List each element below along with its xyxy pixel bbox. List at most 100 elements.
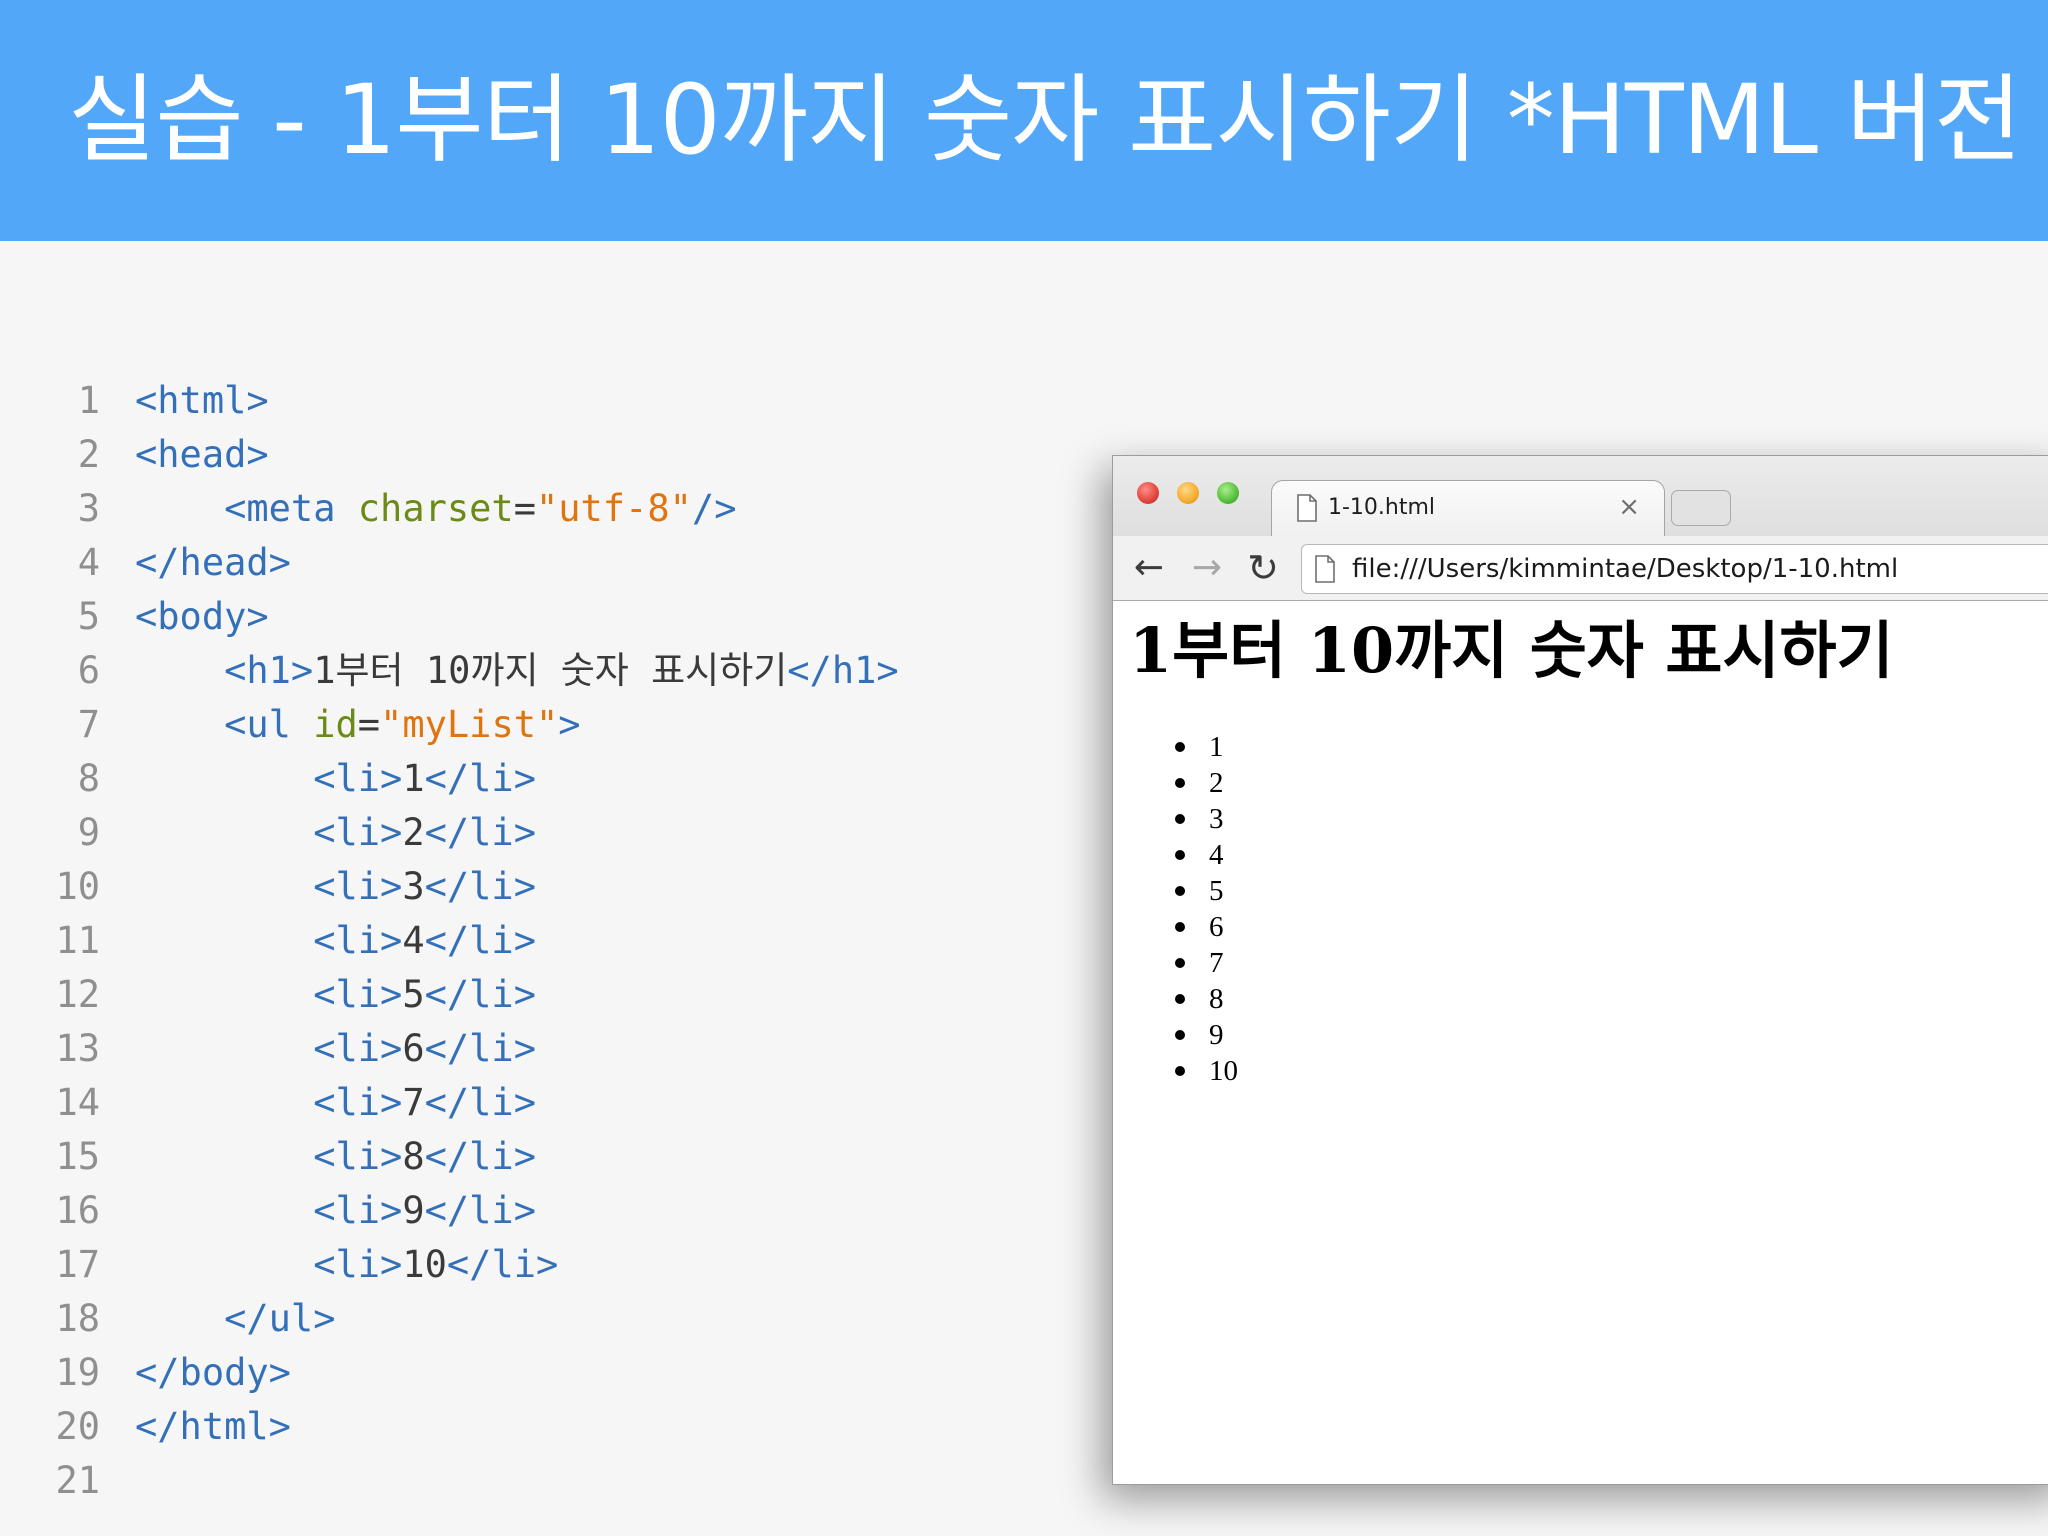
- code-line: 16 <li>9</li>: [0, 1184, 1080, 1238]
- code-token: <ul: [224, 703, 314, 746]
- list-item: 7: [1175, 945, 1238, 981]
- code-token: </body>: [135, 1351, 291, 1394]
- window-close-button[interactable]: [1137, 482, 1159, 504]
- line-number: 12: [55, 973, 100, 1016]
- window-minimize-button[interactable]: [1177, 482, 1199, 504]
- line-number: 8: [77, 757, 100, 800]
- browser-tab[interactable]: 1-10.html ×: [1271, 480, 1665, 537]
- code-text: </html>: [135, 1400, 291, 1454]
- slide-title: 실습 - 1부터 10까지 숫자 표시하기 *HTML 버전: [68, 64, 2022, 176]
- close-icon[interactable]: ×: [1618, 492, 1640, 522]
- code-token: <html>: [135, 379, 269, 422]
- code-text: <li>4</li>: [135, 914, 536, 968]
- code-token: />: [691, 487, 737, 530]
- browser-window: 1-10.html × ← → ↻ file:///Users/kimminta…: [1112, 455, 2048, 1485]
- slide-header: 실습 - 1부터 10까지 숫자 표시하기 *HTML 버전: [0, 0, 2048, 241]
- code-token: 4: [402, 919, 425, 962]
- code-token: </li>: [424, 1135, 536, 1178]
- browser-toolbar: ← → ↻ file:///Users/kimmintae/Desktop/1-…: [1113, 536, 2048, 600]
- forward-arrow-icon[interactable]: →: [1187, 548, 1227, 588]
- list-item-text: 5: [1209, 875, 1224, 907]
- code-text: <html>: [135, 374, 269, 428]
- list-item: 1: [1175, 729, 1238, 765]
- list-item-text: 3: [1209, 803, 1224, 835]
- code-text: </body>: [135, 1346, 291, 1400]
- reload-icon[interactable]: ↻: [1243, 548, 1283, 588]
- code-text: <li>10</li>: [135, 1238, 558, 1292]
- window-maximize-button[interactable]: [1217, 482, 1239, 504]
- list-item: 10: [1175, 1053, 1238, 1089]
- line-number: 4: [77, 541, 100, 584]
- line-number: 2: [77, 433, 100, 476]
- code-token: </ul>: [224, 1297, 336, 1340]
- code-line: 17 <li>10</li>: [0, 1238, 1080, 1292]
- code-token: <h1>: [224, 649, 314, 692]
- code-token: "utf-8": [535, 487, 692, 530]
- code-token: 10: [402, 1243, 447, 1286]
- code-text: <li>1</li>: [135, 752, 536, 806]
- code-token: </li>: [424, 1189, 536, 1232]
- code-text: <h1>1부터 10까지 숫자 표시하기</h1>: [135, 644, 899, 698]
- code-editor: 1 <html> 2 <head> 3 <meta charset="utf-8"/> 4…: [0, 374, 1080, 1508]
- line-number: 7: [77, 703, 100, 746]
- code-token: 7: [402, 1081, 425, 1124]
- list-item: 9: [1175, 1017, 1238, 1053]
- address-bar[interactable]: file:///Users/kimmintae/Desktop/1-10.htm…: [1301, 544, 2048, 594]
- code-token: >: [558, 703, 581, 746]
- code-token: 9: [402, 1189, 425, 1232]
- bullet-icon: [1175, 994, 1185, 1004]
- code-token: 1부터 10까지 숫자 표시하기: [313, 649, 788, 692]
- code-text: <li>6</li>: [135, 1022, 536, 1076]
- bullet-icon: [1175, 814, 1185, 824]
- code-token: <meta: [224, 487, 358, 530]
- list-item: 8: [1175, 981, 1238, 1017]
- bullet-icon: [1175, 1066, 1185, 1076]
- list-item: 4: [1175, 837, 1238, 873]
- code-line: 8 <li>1</li>: [0, 752, 1080, 806]
- code-token: id: [313, 703, 358, 746]
- code-token: 1: [402, 757, 425, 800]
- code-text: <li>9</li>: [135, 1184, 536, 1238]
- code-line: 5 <body>: [0, 590, 1080, 644]
- list-item-text: 1: [1209, 731, 1224, 763]
- document-icon: [1315, 555, 1335, 583]
- page-heading: 1부터 10까지 숫자 표시하기: [1129, 614, 1894, 687]
- new-tab-button[interactable]: [1671, 490, 1731, 526]
- code-line: 21: [0, 1454, 1080, 1508]
- code-text: </ul>: [135, 1292, 336, 1346]
- list-item: 5: [1175, 873, 1238, 909]
- code-token: <li>: [313, 1027, 403, 1070]
- code-token: <li>: [313, 1189, 403, 1232]
- code-token: <li>: [313, 811, 403, 854]
- code-token: </head>: [135, 541, 291, 584]
- code-line: 11 <li>4</li>: [0, 914, 1080, 968]
- code-text: <head>: [135, 428, 269, 482]
- code-token: 6: [402, 1027, 425, 1070]
- code-token: 3: [402, 865, 425, 908]
- list-item-text: 4: [1209, 839, 1224, 871]
- line-number: 14: [55, 1081, 100, 1124]
- number-list: 1 2 3 4 5 6 7 8 9 10: [1175, 729, 1238, 1089]
- code-token: </li>: [424, 973, 536, 1016]
- code-token: <li>: [313, 1135, 403, 1178]
- code-token: </li>: [424, 811, 536, 854]
- bullet-icon: [1175, 742, 1185, 752]
- code-token: 5: [402, 973, 425, 1016]
- code-text: <li>5</li>: [135, 968, 536, 1022]
- line-number: 6: [77, 649, 100, 692]
- code-line: 18 </ul>: [0, 1292, 1080, 1346]
- back-arrow-icon[interactable]: ←: [1129, 548, 1169, 588]
- code-line: 14 <li>7</li>: [0, 1076, 1080, 1130]
- code-token: =: [513, 487, 536, 530]
- code-token: <head>: [135, 433, 269, 476]
- line-number: 15: [55, 1135, 100, 1178]
- code-text: <li>8</li>: [135, 1130, 536, 1184]
